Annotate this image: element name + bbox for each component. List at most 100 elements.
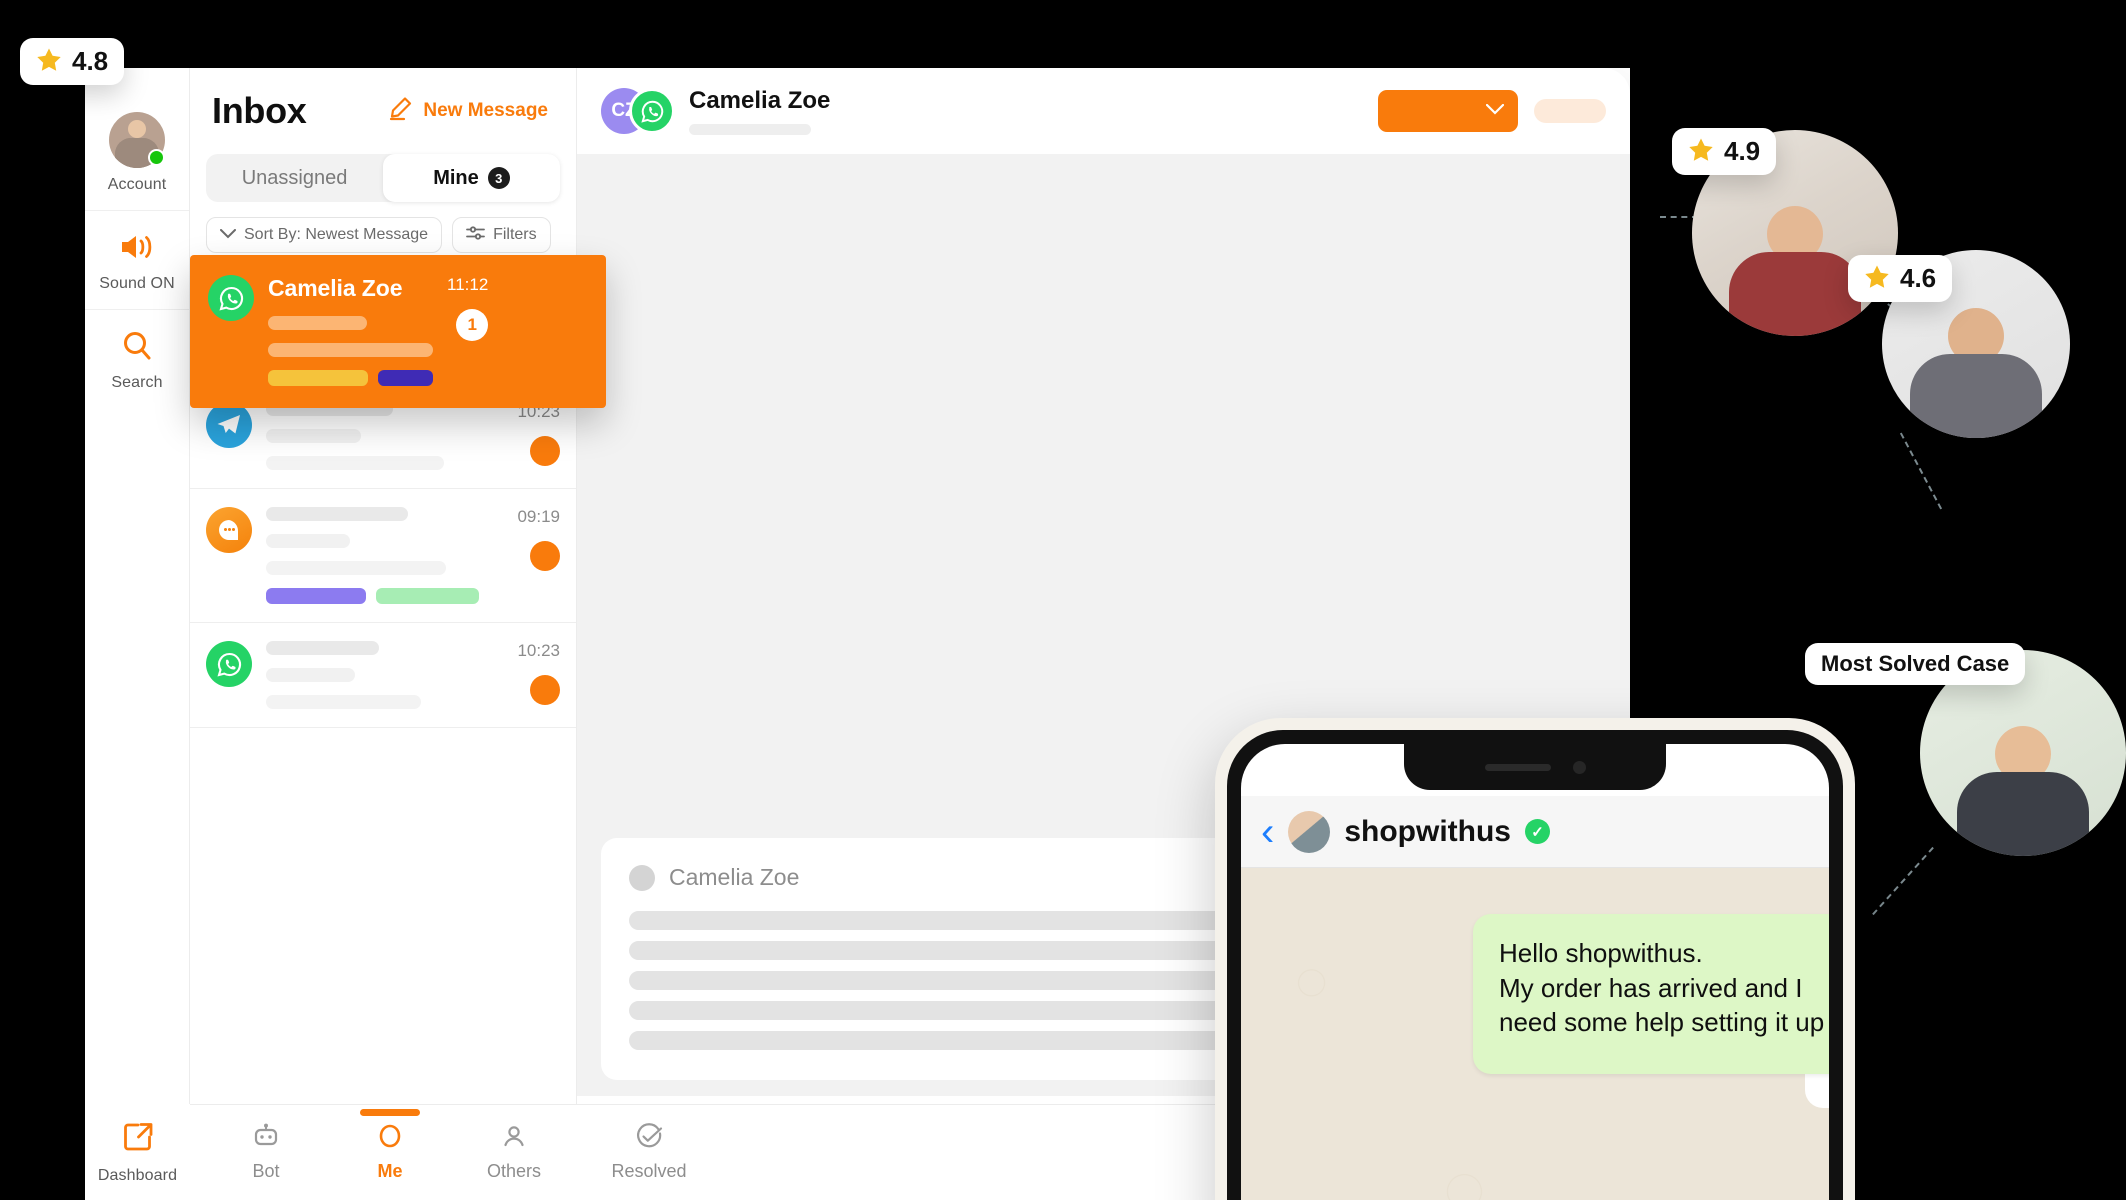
- tab-label: Me: [377, 1161, 403, 1181]
- tag-chip: [266, 588, 366, 604]
- star-icon: [36, 47, 62, 77]
- tab-label: Bot: [252, 1161, 280, 1181]
- conversation-preview: [266, 507, 488, 604]
- star-icon: [1688, 137, 1714, 167]
- page-title: Inbox: [212, 90, 307, 131]
- skeleton-line: [268, 343, 433, 357]
- search-icon: [89, 326, 185, 366]
- phone-screen: ‹ shopwithus ✓ Hello shopwithus. My orde…: [1241, 744, 1829, 1200]
- phone-frame: ‹ shopwithus ✓ Hello shopwithus. My orde…: [1227, 730, 1843, 1200]
- tab-me[interactable]: Me: [342, 1109, 438, 1182]
- conversation-time: 11:12: [447, 275, 489, 294]
- conversation-list: 10:23 09:19 10:23 Camelia Zoe 11:12 1: [190, 255, 606, 728]
- chat-header: CZ Camelia Zoe: [577, 68, 1630, 154]
- chat-contact-name: Camelia Zoe: [689, 87, 831, 114]
- conversation-tags: [268, 370, 433, 386]
- tag-chip: [378, 370, 433, 386]
- tab-resolved[interactable]: Resolved: [590, 1123, 708, 1182]
- conversation-preview: [266, 402, 488, 470]
- conversation-meta: 11:12 1: [447, 275, 489, 386]
- rail-top-group: Account Sound ON Search: [85, 68, 189, 408]
- whatsapp-account-name: shopwithus: [1344, 814, 1511, 848]
- skeleton-line: [266, 668, 355, 682]
- rail-item-dashboard[interactable]: Dashboard: [85, 1104, 190, 1200]
- chat-contact-block: Camelia Zoe: [689, 87, 830, 135]
- skeleton-line: [266, 561, 446, 575]
- front-camera: [1572, 760, 1586, 774]
- tab-label: Resolved: [611, 1161, 687, 1181]
- whatsapp-chat-header: ‹ shopwithus ✓: [1241, 796, 1829, 868]
- tab-unassigned[interactable]: Unassigned: [206, 154, 383, 202]
- chevron-down-icon: [1485, 102, 1505, 120]
- sliders-icon: [466, 225, 485, 246]
- tab-label: Mine: [433, 166, 479, 189]
- skeleton-line: [268, 316, 367, 330]
- person-illustration: [1729, 206, 1861, 336]
- chat-header-actions: [1378, 90, 1606, 132]
- whatsapp-icon: [629, 88, 675, 134]
- avatar: [109, 112, 165, 168]
- tag-chip: [376, 588, 479, 604]
- livechat-icon: [206, 507, 252, 553]
- unread-dot: [530, 436, 560, 466]
- new-message-label: New Message: [423, 100, 548, 121]
- most-solved-case-label: Most Solved Case: [1821, 651, 2010, 676]
- person-body: [1957, 772, 2089, 856]
- tab-label: Unassigned: [241, 166, 348, 189]
- background-top: [0, 0, 2126, 68]
- pencil-icon: [388, 95, 414, 127]
- unread-dot: [530, 541, 560, 571]
- person-illustration: [1957, 726, 2089, 856]
- rail-item-account[interactable]: Account: [85, 96, 189, 211]
- message-sender-name: Camelia Zoe: [669, 864, 800, 890]
- rail-item-label: Dashboard: [97, 1166, 178, 1184]
- conversation-time: 09:19: [517, 507, 560, 526]
- active-tab-indicator: [360, 1109, 420, 1116]
- telegram-icon: [206, 402, 252, 448]
- conversation-row-selected[interactable]: Camelia Zoe 11:12 1: [190, 255, 606, 408]
- conversation-meta: 10:23: [502, 402, 560, 470]
- conversation-name: Camelia Zoe: [268, 275, 403, 301]
- chat-contact-subtitle-skeleton: [689, 124, 811, 135]
- avatar: [1288, 810, 1331, 853]
- rail-item-label: Sound ON: [99, 275, 175, 292]
- tab-mine[interactable]: Mine 3: [383, 154, 560, 202]
- chat-secondary-action[interactable]: [1534, 99, 1606, 123]
- tab-bot[interactable]: Bot: [218, 1123, 314, 1182]
- online-status-dot: [148, 149, 165, 166]
- tab-others[interactable]: Others: [466, 1123, 562, 1182]
- sort-by-label: Sort By: Newest Message: [244, 226, 429, 243]
- skeleton-line: [266, 456, 444, 470]
- new-message-button[interactable]: New Message: [388, 95, 554, 127]
- most-solved-case-badge: Most Solved Case: [1805, 643, 2026, 685]
- skeleton-line: [266, 507, 409, 521]
- bottom-tabs: Bot Me Others Resolved: [190, 1109, 708, 1182]
- conversation-row[interactable]: 09:19: [190, 489, 576, 623]
- sort-by-dropdown[interactable]: Sort By: Newest Message: [206, 217, 443, 253]
- skeleton-line: [266, 695, 422, 709]
- rating-value: 4.6: [1900, 263, 1937, 293]
- left-rail: Account Sound ON Search: [85, 68, 190, 1200]
- chat-action-dropdown[interactable]: [1378, 90, 1518, 132]
- filters-button[interactable]: Filters: [452, 217, 551, 253]
- chevron-left-icon[interactable]: ‹: [1261, 812, 1274, 852]
- tab-mine-badge: 3: [487, 167, 510, 189]
- conversation-row[interactable]: 10:23: [190, 623, 576, 728]
- conversation-meta: 09:19: [502, 507, 560, 604]
- inbox-panel: Inbox New Message Unassigned Mine 3 Sort…: [190, 68, 606, 1200]
- conversation-preview: [266, 641, 488, 709]
- rail-item-search[interactable]: Search: [85, 310, 189, 408]
- rail-item-sound[interactable]: Sound ON: [85, 211, 189, 310]
- skeleton-line: [266, 534, 351, 548]
- rating-badge-account: 4.8: [20, 38, 125, 85]
- star-icon: [1864, 264, 1890, 294]
- skeleton-line: [266, 641, 380, 655]
- conversation-preview: Camelia Zoe: [268, 275, 433, 386]
- message-text: Hello shopwithus. My order has arrived a…: [1499, 938, 1825, 1038]
- rail-item-label: Account: [107, 176, 167, 193]
- avatar: [629, 864, 655, 891]
- conversation-meta: 10:23: [502, 641, 560, 709]
- robot-icon: [251, 1123, 281, 1155]
- rating-badge-agent-b: 4.6: [1848, 255, 1953, 302]
- tab-label: Others: [486, 1161, 542, 1181]
